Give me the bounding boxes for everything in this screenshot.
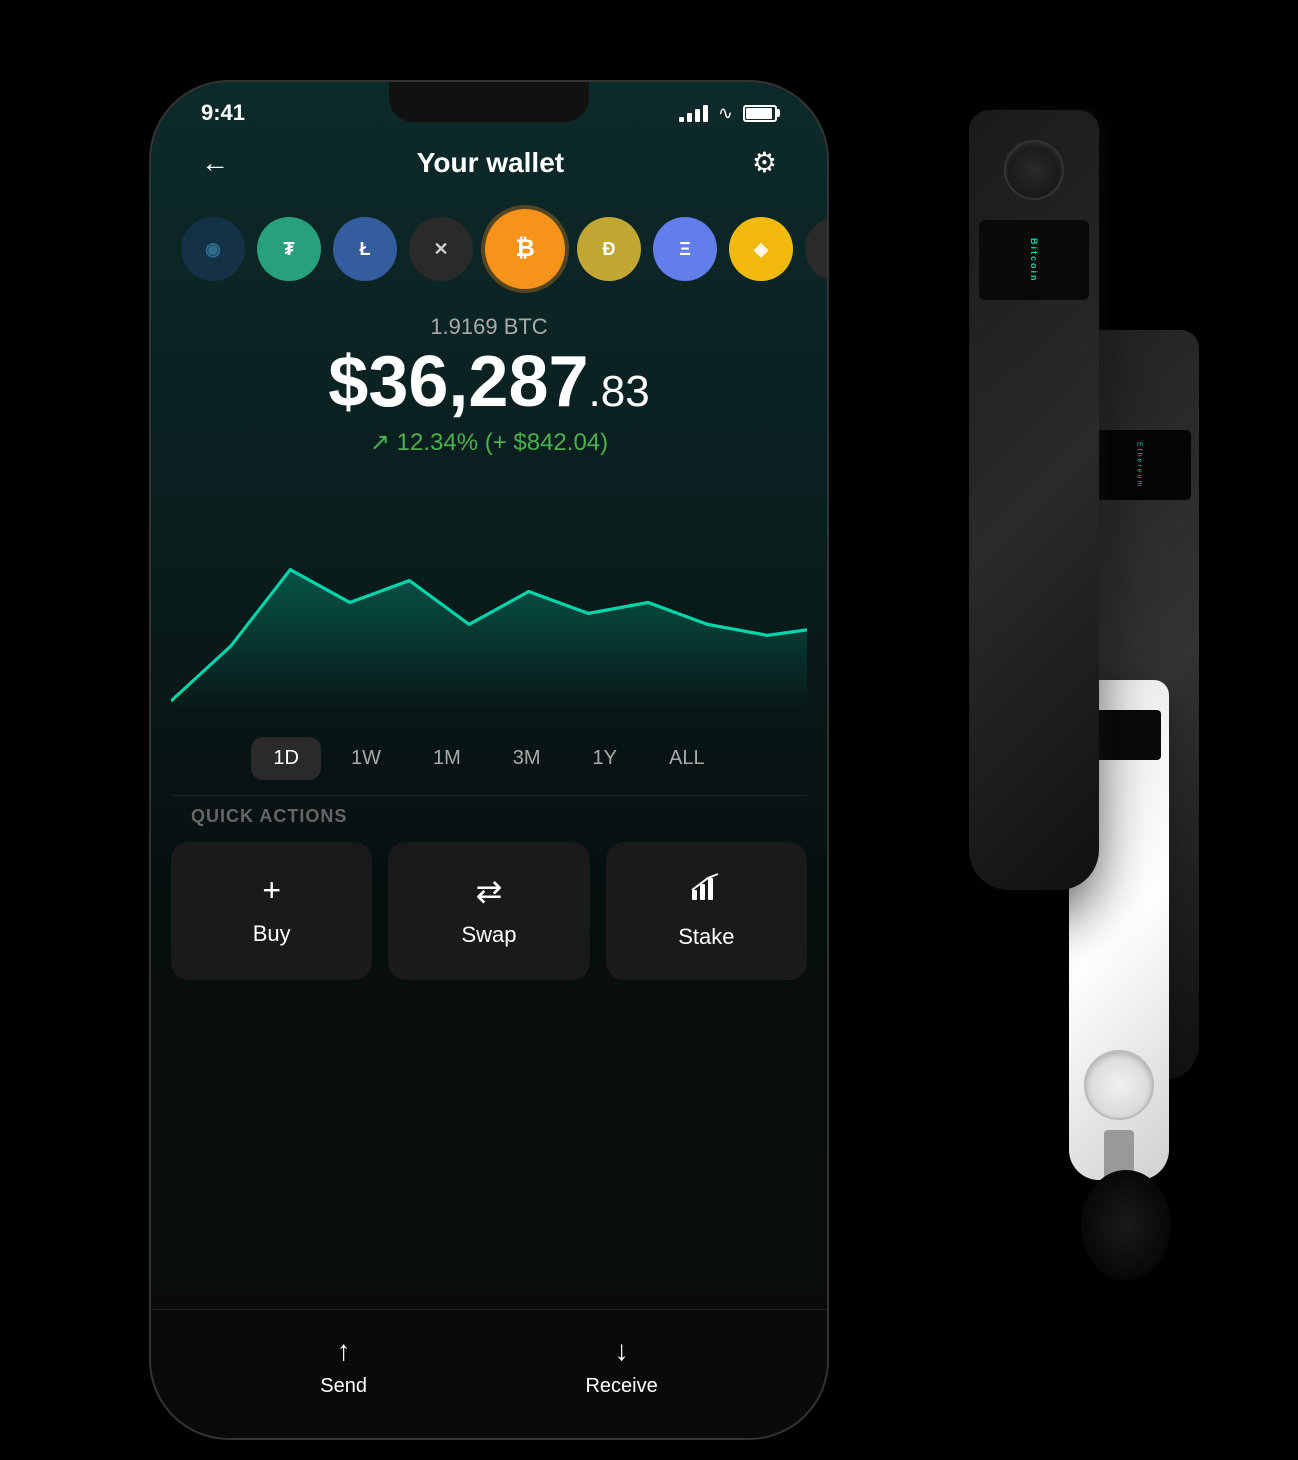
nano-s-cap: [1081, 1170, 1171, 1280]
quick-actions-label: QUICK ACTIONS: [151, 796, 827, 842]
stake-label: Stake: [678, 924, 734, 950]
buy-icon: +: [262, 872, 281, 909]
status-time: 9:41: [201, 100, 245, 126]
battery-icon: [743, 105, 777, 122]
time-filter-3m[interactable]: 3M: [491, 737, 563, 780]
coin-ltc[interactable]: Ł: [333, 217, 397, 281]
coin-partial[interactable]: ◉: [181, 217, 245, 281]
control-row-1: ∧⬡: [1089, 520, 1189, 531]
stake-button[interactable]: Stake: [606, 842, 807, 980]
coin-btc[interactable]: ₿: [485, 209, 565, 289]
coin-algo[interactable]: A: [805, 217, 827, 281]
stake-icon: [690, 872, 722, 912]
price-change: ↗ 12.34% (+ $842.04): [191, 428, 787, 457]
app-header: ← Your wallet ⚙: [151, 126, 827, 194]
chart-fill: [171, 570, 807, 712]
nano-x-button[interactable]: [1004, 140, 1064, 200]
send-icon: ↑: [337, 1335, 351, 1367]
nano-x-body: Bitcoin ∧⬡ ✕◉ ⊞□ +↗ ∨□: [969, 110, 1099, 890]
ledger-nano-x: Bitcoin ∧⬡ ✕◉ ⊞□ +↗ ∨□: [969, 110, 1099, 890]
coin-doge[interactable]: Ð: [577, 217, 641, 281]
coin-bnb[interactable]: ◈: [729, 217, 793, 281]
send-label: Send: [320, 1375, 367, 1398]
buy-button[interactable]: + Buy: [171, 842, 372, 980]
time-filter-1w[interactable]: 1W: [329, 737, 403, 780]
nano-x-screen: Bitcoin: [979, 220, 1089, 300]
buy-label: Buy: [253, 921, 291, 947]
time-filter-1d[interactable]: 1D: [251, 737, 321, 780]
nx-ctrl-3: ⊞□: [979, 366, 1089, 377]
wifi-icon: ∿: [718, 103, 733, 124]
control-row-4: ⊞□: [1089, 583, 1189, 594]
quick-actions-row: + Buy ⇄ Swap Sta: [151, 842, 827, 980]
chart-container: [151, 462, 827, 722]
control-row-2: ◉B: [1089, 541, 1189, 552]
nx-ctrl-5: ∨□: [979, 412, 1089, 423]
control-row-3: ✕◉: [1089, 562, 1189, 573]
price-section: 1.9169 BTC $36,287.83 ↗ 12.34% (+ $842.0…: [151, 304, 827, 462]
nano-x-screen-text: Bitcoin: [1029, 238, 1039, 283]
swap-label: Swap: [461, 922, 516, 948]
stake-chart-icon: [690, 872, 722, 904]
receive-label: Receive: [585, 1375, 657, 1398]
control-row-5: +↗: [1089, 604, 1189, 615]
signal-icon: [679, 104, 708, 122]
price-cents: .83: [589, 367, 650, 416]
phone-screen: 9:41 ∿ ← Your wallet: [151, 82, 827, 1438]
nx-ctrl-2: ✕◉: [979, 343, 1089, 354]
receive-icon: ↓: [615, 1335, 629, 1367]
send-nav-item[interactable]: ↑ Send: [320, 1335, 367, 1398]
swap-button[interactable]: ⇄ Swap: [388, 842, 589, 980]
time-filter-all[interactable]: ALL: [647, 737, 727, 780]
nano-back-screen-text: Ethereum: [1136, 442, 1143, 488]
time-filter-1y[interactable]: 1Y: [571, 737, 639, 780]
phone: 9:41 ∿ ← Your wallet: [149, 80, 829, 1440]
nx-ctrl-4: +↗: [979, 389, 1089, 400]
btc-amount: 1.9169 BTC: [191, 314, 787, 340]
receive-nav-item[interactable]: ↓ Receive: [585, 1335, 657, 1398]
phone-notch: [389, 82, 589, 122]
settings-button[interactable]: ⚙: [752, 146, 777, 179]
scene: Ethereum ∧⬡ ◉B ✕◉ ⊞□ +↗ ∨□: [99, 30, 1199, 1430]
nano-back-controls: ∧⬡ ◉B ✕◉ ⊞□ +↗ ∨□: [1089, 520, 1189, 636]
nx-ctrl-1: ∧⬡: [979, 320, 1089, 331]
nano-back-screen: Ethereum: [1087, 430, 1191, 500]
back-button[interactable]: ←: [201, 147, 229, 179]
time-filters: 1D 1W 1M 3M 1Y ALL: [151, 722, 827, 795]
coin-xrp[interactable]: ✕: [409, 217, 473, 281]
price-main: $36,287.83: [191, 346, 787, 418]
nano-s-button[interactable]: [1084, 1050, 1154, 1120]
status-icons: ∿: [679, 103, 777, 124]
coin-eth[interactable]: Ξ: [653, 217, 717, 281]
price-chart: [171, 482, 807, 712]
nano-x-controls: ∧⬡ ✕◉ ⊞□ +↗ ∨□: [979, 320, 1089, 423]
header-title: Your wallet: [417, 147, 564, 179]
price-dollars: $36,287: [328, 342, 588, 422]
bottom-nav: ↑ Send ↓ Receive: [151, 1309, 827, 1438]
coin-usdt[interactable]: ₮: [257, 217, 321, 281]
swap-icon: ⇄: [476, 872, 503, 910]
time-filter-1m[interactable]: 1M: [411, 737, 483, 780]
control-row-6: ∨□: [1089, 625, 1189, 636]
coins-row: ◉ ₮ Ł ✕ ₿ Ð Ξ ◈ A: [151, 194, 827, 304]
